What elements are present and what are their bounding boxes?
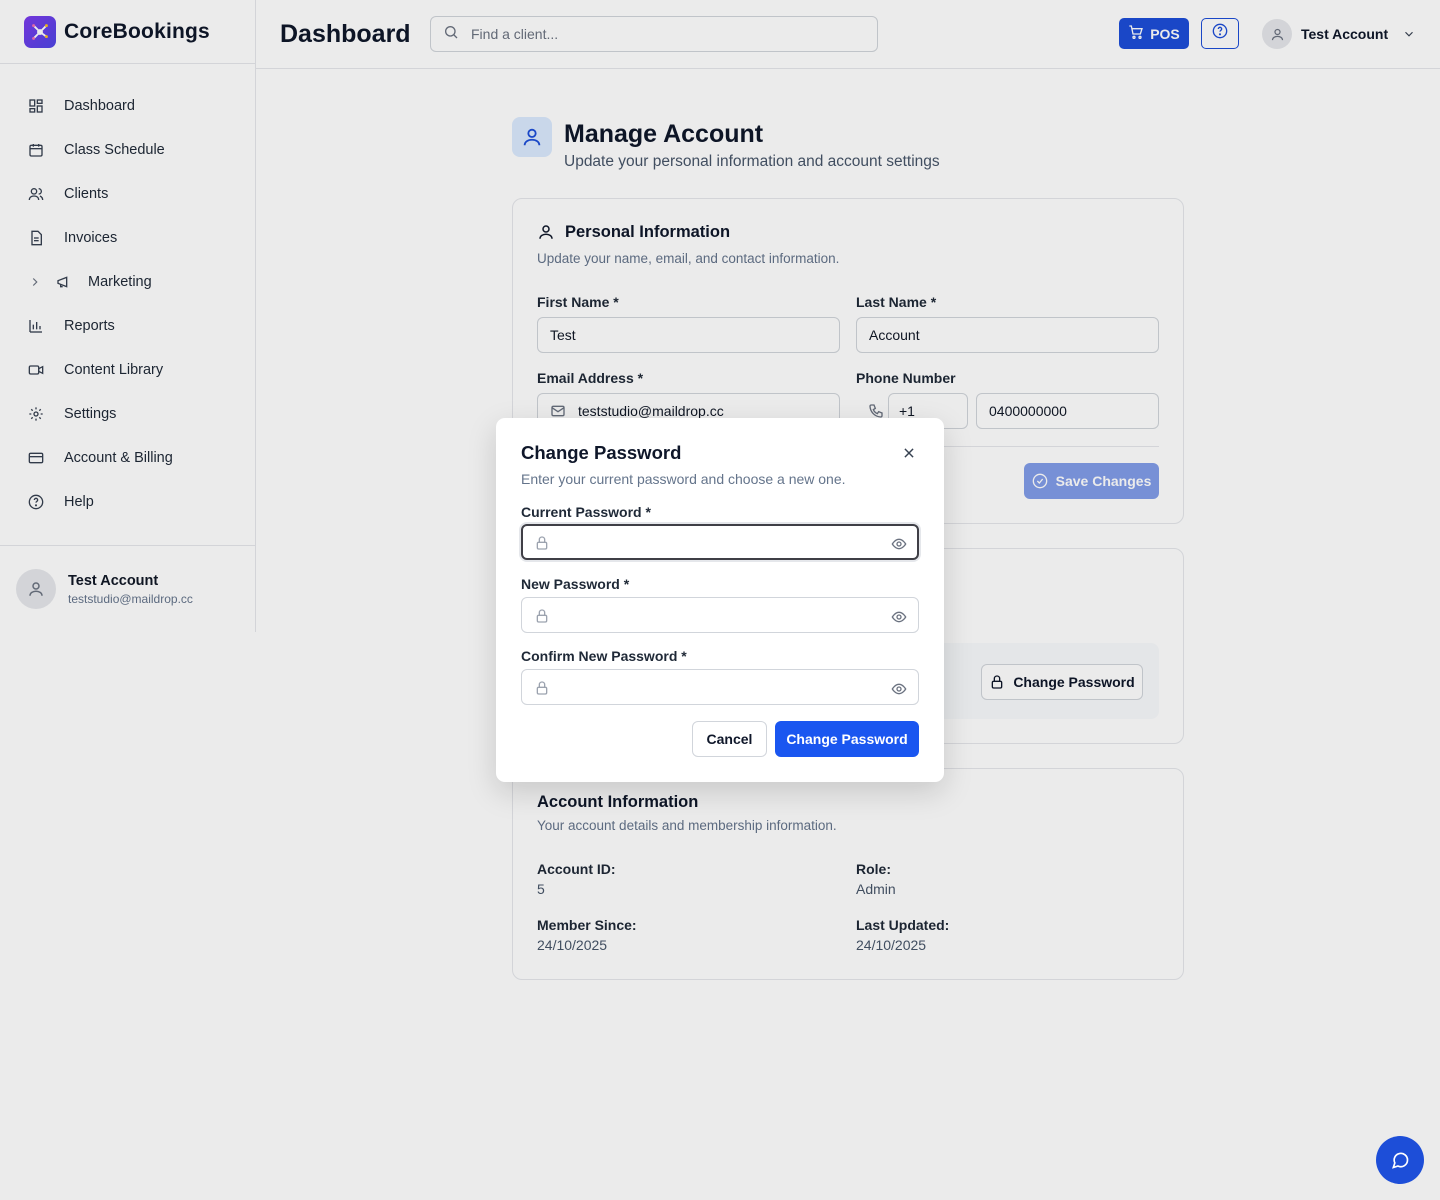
current-password-input[interactable] <box>561 532 881 554</box>
close-button[interactable] <box>900 444 918 462</box>
confirm-password-label: Confirm New Password * <box>521 648 687 664</box>
new-password-input[interactable] <box>560 604 880 626</box>
change-password-dialog: Change Password Enter your current passw… <box>496 418 944 782</box>
chat-button[interactable] <box>1376 1136 1424 1184</box>
current-password-field[interactable] <box>521 524 919 560</box>
confirm-password-input[interactable] <box>560 676 880 698</box>
dialog-title: Change Password <box>521 442 682 463</box>
show-password-eye-icon[interactable] <box>891 609 907 630</box>
dialog-description: Enter your current password and choose a… <box>521 471 846 487</box>
new-password-label: New Password * <box>521 576 630 592</box>
confirm-password-field[interactable] <box>521 669 919 705</box>
chat-icon <box>1390 1150 1410 1170</box>
new-password-field[interactable] <box>521 597 919 633</box>
lock-icon <box>534 608 550 629</box>
show-password-eye-icon[interactable] <box>891 536 907 557</box>
show-password-eye-icon[interactable] <box>891 681 907 702</box>
lock-icon <box>534 680 550 701</box>
close-icon <box>902 446 916 460</box>
current-password-label: Current Password * <box>521 504 651 520</box>
change-password-submit-button[interactable]: Change Password <box>775 721 919 757</box>
cancel-button[interactable]: Cancel <box>692 721 767 757</box>
lock-icon <box>534 535 550 556</box>
